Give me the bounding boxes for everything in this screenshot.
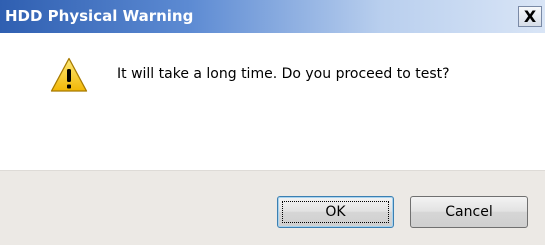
focus-rectangle [282,201,389,223]
dialog-body [0,33,545,170]
title-bar[interactable]: HDD Physical Warning X [0,0,545,33]
cancel-button-label: Cancel [445,204,493,220]
dialog-message: It will take a long time. Do you proceed… [117,66,450,82]
close-button[interactable]: X [518,6,542,27]
dialog-title: HDD Physical Warning [5,7,194,25]
ok-button[interactable]: OK [277,196,394,228]
cancel-button[interactable]: Cancel [410,196,528,228]
warning-dialog: HDD Physical Warning X It will take a lo… [0,0,545,245]
close-icon: X [523,6,537,26]
warning-icon [50,57,88,92]
